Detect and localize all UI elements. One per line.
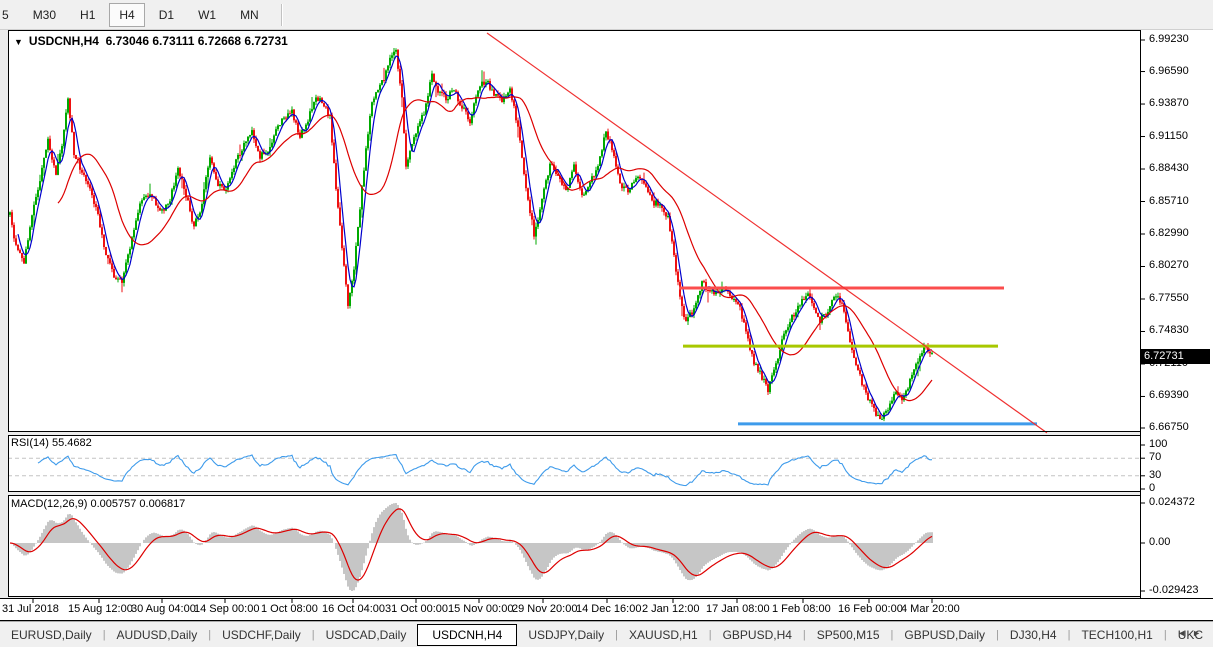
- tab-tech100-h1[interactable]: TECH100,H1: [1070, 625, 1163, 645]
- date-tick-label: 4 Mar 20:00: [901, 603, 960, 616]
- tf-button-d1[interactable]: D1: [149, 3, 184, 27]
- macd-tick-label: 0.00: [1149, 536, 1170, 549]
- price-tick-label: 6.88430: [1149, 162, 1189, 175]
- rsi-header: RSI(14) 55.4682: [11, 437, 92, 449]
- date-tick-label: 31 Oct 00:00: [385, 603, 448, 616]
- tab-usdjpy-daily[interactable]: USDJPY,Daily: [517, 625, 615, 645]
- rsi-tick-label: 70: [1149, 451, 1161, 464]
- timeframe-toolbar: 5M30H1H4D1W1MN: [0, 0, 1213, 30]
- chart-symbol-label: USDCNH,H4: [29, 34, 99, 48]
- toolbar-divider: [281, 4, 283, 26]
- price-tick-label: 6.85710: [1149, 195, 1189, 208]
- rsi-tick-label: 0: [1149, 482, 1155, 495]
- tf-button-h4[interactable]: H4: [109, 3, 144, 27]
- chart-ohlc-values: 6.73046 6.73111 6.72668 6.72731: [106, 34, 288, 48]
- macd-label: MACD(12,26,9): [11, 498, 87, 510]
- chevron-down-icon[interactable]: ▼: [14, 37, 23, 47]
- price-tick-label: 6.96590: [1149, 65, 1189, 78]
- macd-values: 0.005757 0.006817: [90, 498, 185, 510]
- tab-gbpusd-h4[interactable]: GBPUSD,H4: [712, 625, 803, 645]
- tf-button-h1[interactable]: H1: [70, 3, 105, 27]
- mt4-window: 5M30H1H4D1W1MN ▼ USDCNH,H4 6.73046 6.7311…: [0, 0, 1213, 647]
- macd-header: MACD(12,26,9) 0.005757 0.006817: [11, 498, 185, 510]
- date-tick-label: 14 Dec 16:00: [576, 603, 641, 616]
- tab-usdchf-daily[interactable]: USDCHF,Daily: [211, 625, 312, 645]
- tab-usdcnh-h4[interactable]: USDCNH,H4: [417, 624, 517, 646]
- price-tick-label: 6.80270: [1149, 259, 1189, 272]
- current-price-tag: 6.72731: [1141, 349, 1210, 364]
- chart-area: ▼ USDCNH,H4 6.73046 6.73111 6.72668 6.727…: [0, 30, 1213, 621]
- tf-button-m30[interactable]: M30: [23, 3, 66, 27]
- date-tick-label: 30 Aug 04:00: [131, 603, 196, 616]
- chart-title: ▼ USDCNH,H4 6.73046 6.73111 6.72668 6.727…: [14, 34, 288, 48]
- timeframe-buttons: 5M30H1H4D1W1MN: [0, 3, 271, 27]
- tf-button-w1[interactable]: W1: [188, 3, 226, 27]
- tab-xauusd-h1[interactable]: XAUUSD,H1: [618, 625, 709, 645]
- date-tick-label: 14 Sep 00:00: [194, 603, 259, 616]
- price-tick-label: 6.82990: [1149, 227, 1189, 240]
- price-tick-label: 6.77550: [1149, 292, 1189, 305]
- rsi-tick-label: 100: [1149, 438, 1167, 451]
- price-tick-label: 6.99230: [1149, 33, 1189, 46]
- date-tick-label: 17 Jan 08:00: [706, 603, 770, 616]
- price-tick-label: 6.91150: [1149, 130, 1188, 143]
- price-tick-label: 6.66750: [1149, 421, 1189, 434]
- tab-eurusd-daily[interactable]: EURUSD,Daily: [0, 625, 103, 645]
- tab-sp500-m15[interactable]: SP500,M15: [806, 625, 891, 645]
- date-tick-label: 1 Feb 08:00: [772, 603, 831, 616]
- date-tick-label: 29 Nov 20:00: [512, 603, 577, 616]
- date-tick-label: 15 Nov 00:00: [448, 603, 513, 616]
- rsi-tick-label: 30: [1149, 469, 1161, 482]
- tab-scroll-left-icon[interactable]: ◄: [1177, 628, 1192, 638]
- price-tick-label: 6.69390: [1149, 389, 1189, 402]
- price-chart-canvas[interactable]: [0, 30, 1213, 621]
- tab-gbpusd-daily[interactable]: GBPUSD,Daily: [893, 625, 996, 645]
- tab-scroll-right-icon[interactable]: ►: [1192, 628, 1207, 638]
- tf-button-5[interactable]: 5: [0, 3, 19, 27]
- rsi-label: RSI(14): [11, 437, 49, 449]
- macd-tick-label: 0.024372: [1149, 496, 1195, 509]
- rsi-value: 55.4682: [52, 437, 92, 449]
- date-tick-label: 1 Oct 08:00: [261, 603, 318, 616]
- price-tick-label: 6.74830: [1149, 324, 1189, 337]
- date-tick-label: 2 Jan 12:00: [642, 603, 700, 616]
- macd-tick-label: -0.029423: [1149, 584, 1199, 597]
- tf-button-mn[interactable]: MN: [230, 3, 269, 27]
- date-tick-label: 16 Feb 00:00: [838, 603, 903, 616]
- chart-tab-bar: EURUSD,Daily|AUDUSD,Daily|USDCHF,Daily|U…: [0, 621, 1213, 647]
- date-tick-label: 16 Oct 04:00: [322, 603, 385, 616]
- tab-usdcad-daily[interactable]: USDCAD,Daily: [315, 625, 418, 645]
- date-tick-label: 31 Jul 2018: [2, 603, 59, 616]
- price-tick-label: 6.93870: [1149, 97, 1189, 110]
- tab-dj30-h4[interactable]: DJ30,H4: [999, 625, 1068, 645]
- tab-scroll-arrows: ◄►: [1177, 628, 1207, 638]
- tab-audusd-daily[interactable]: AUDUSD,Daily: [106, 625, 209, 645]
- date-tick-label: 15 Aug 12:00: [68, 603, 133, 616]
